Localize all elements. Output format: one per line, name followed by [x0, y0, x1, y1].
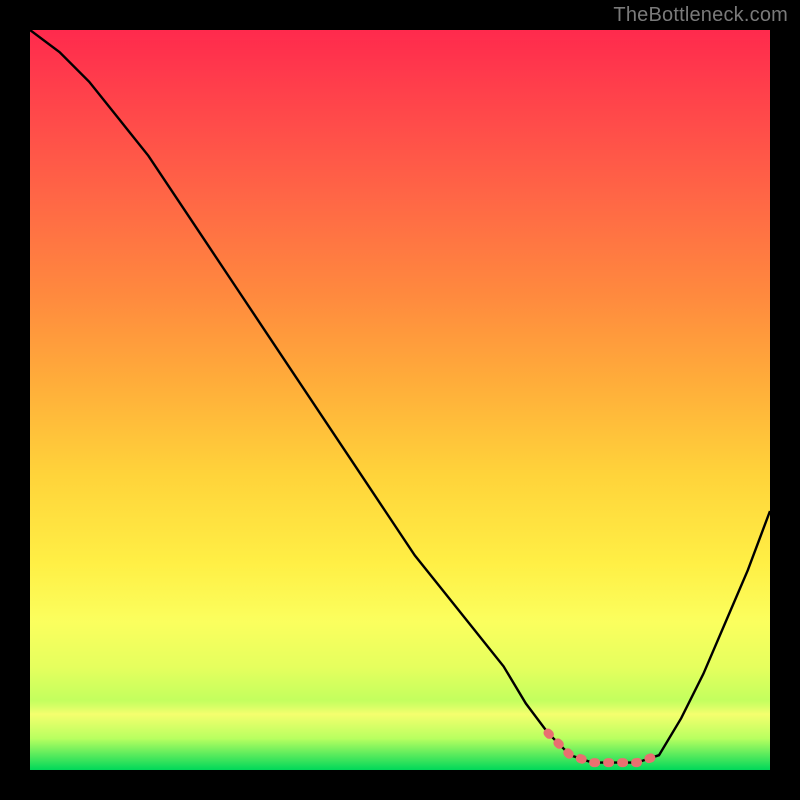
curve-line: [30, 30, 770, 763]
chart-frame: TheBottleneck.com: [0, 0, 800, 800]
watermark-text: TheBottleneck.com: [613, 4, 788, 27]
bottleneck-curve: [30, 30, 770, 770]
plot-area: [30, 30, 770, 770]
